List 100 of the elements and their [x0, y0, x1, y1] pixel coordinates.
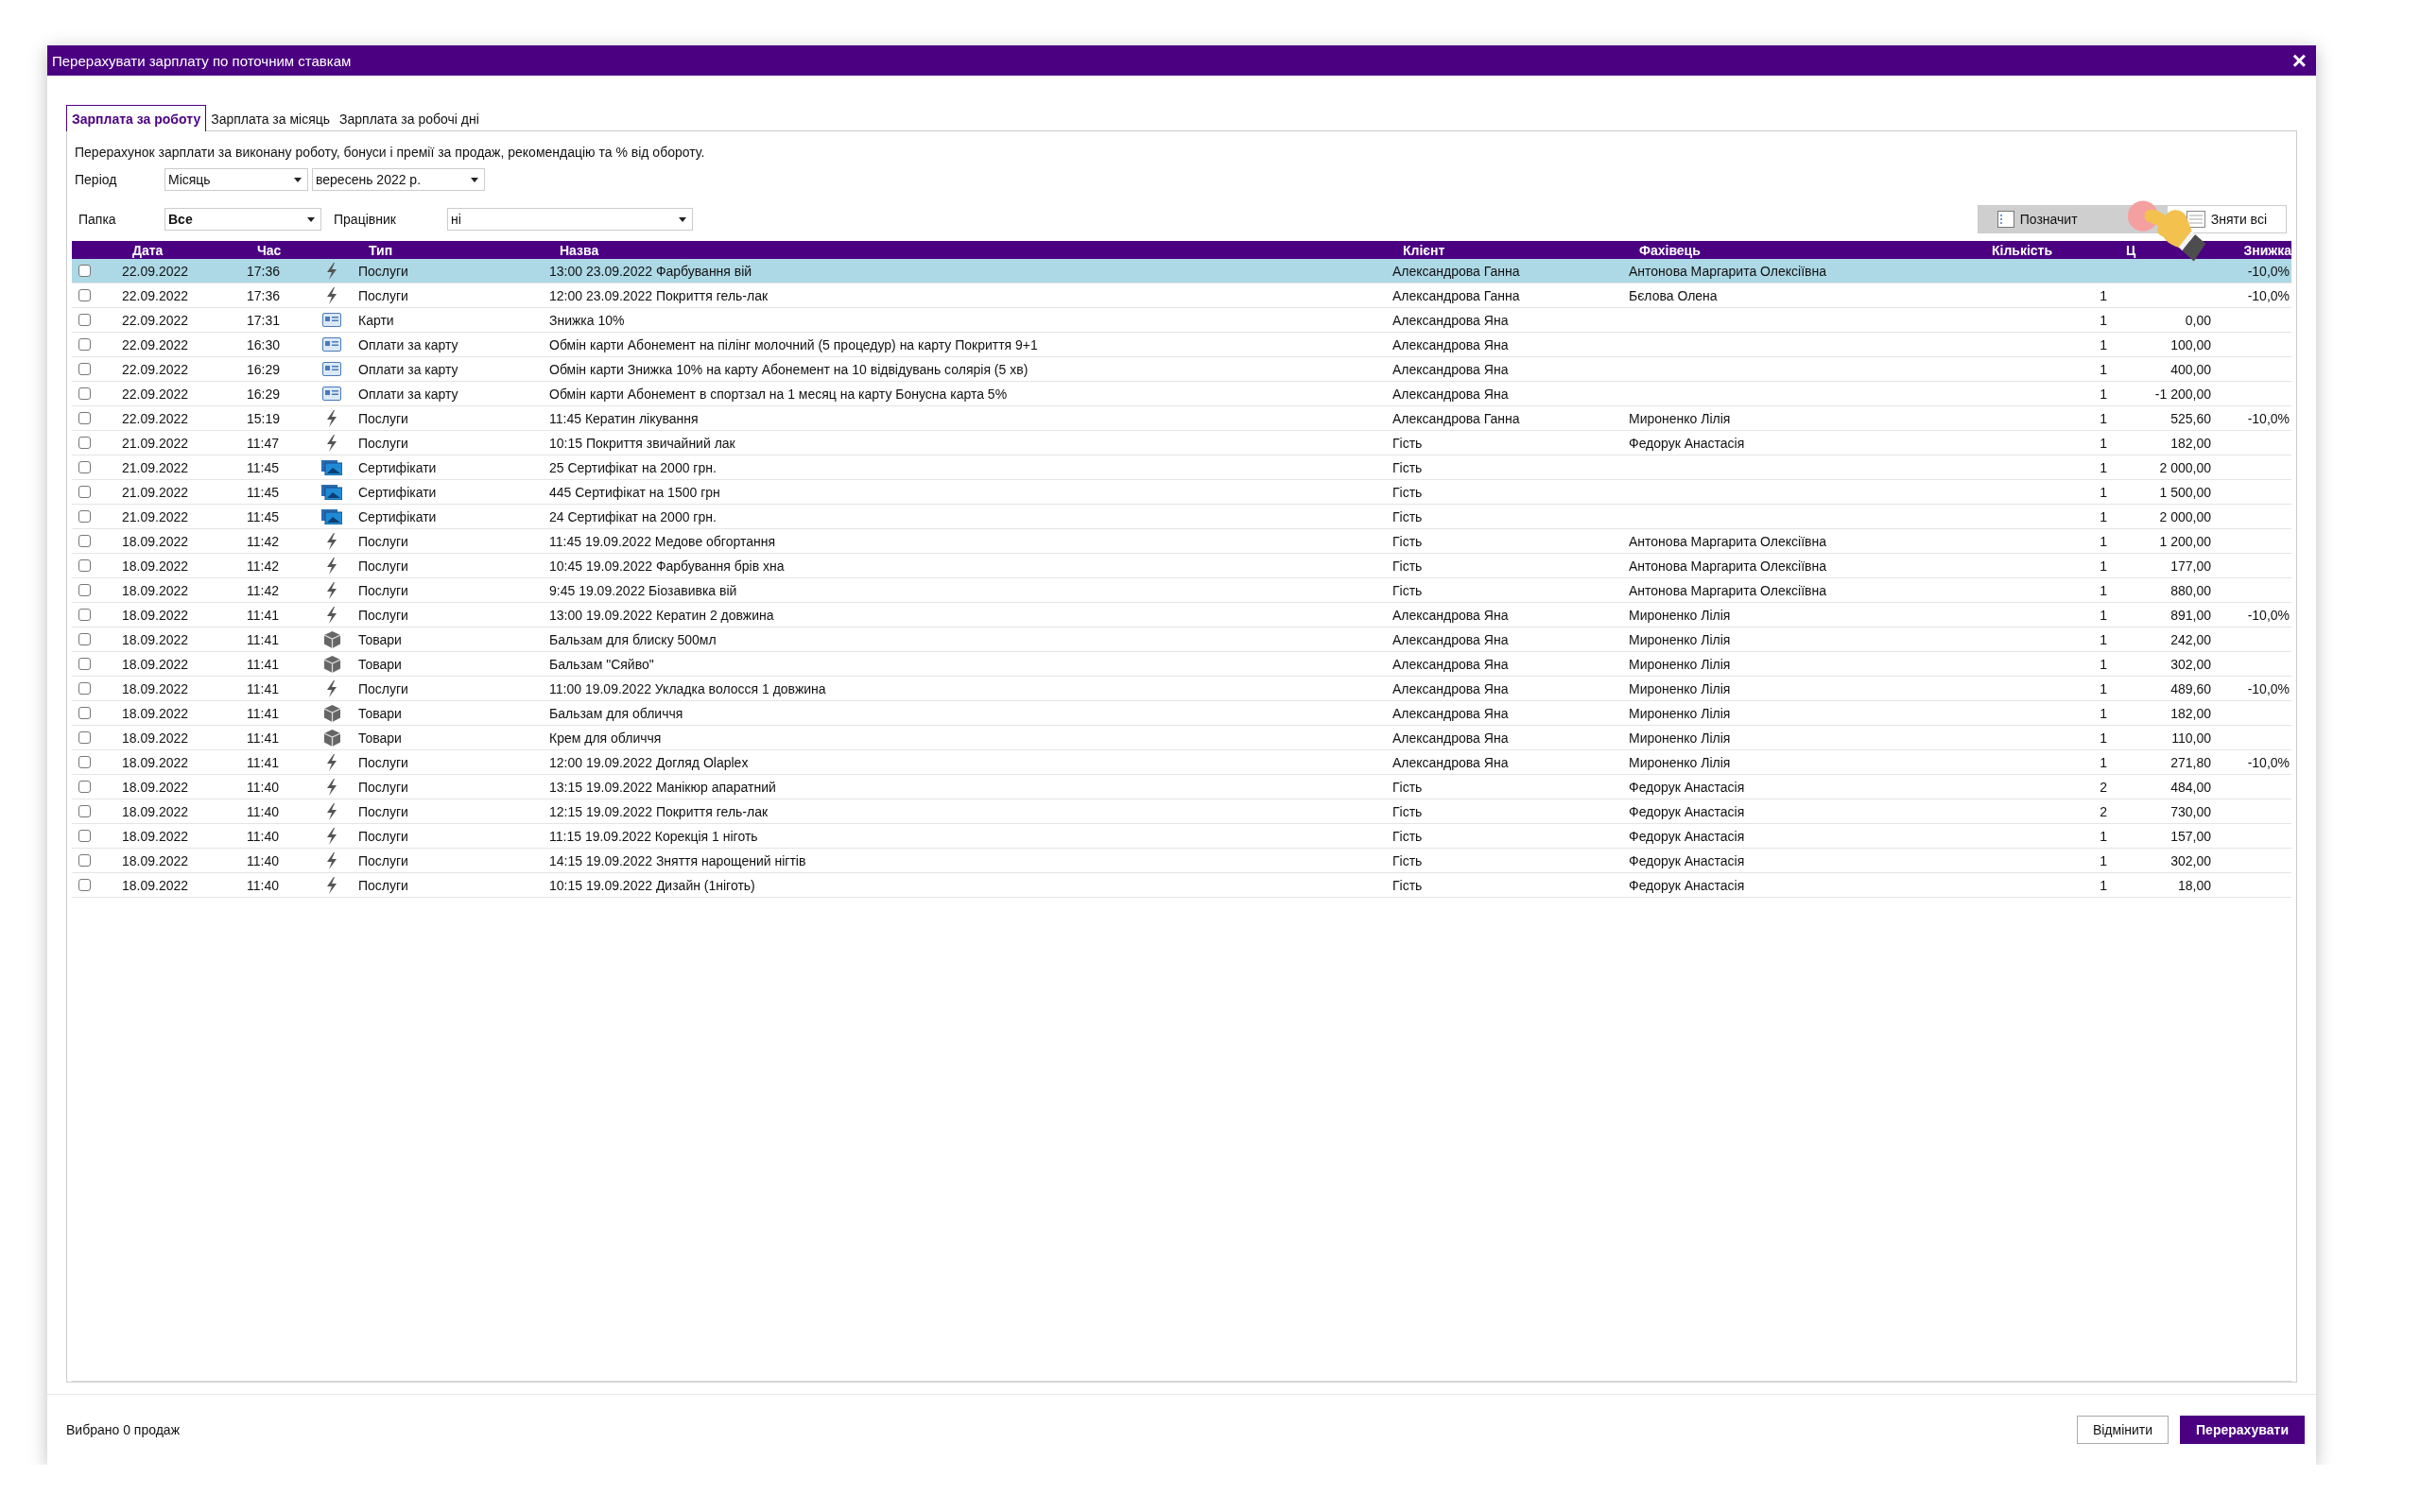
table-row[interactable]: 18.09.2022 11:41 Послуги 11:00 19.09.2022 Укладка волосся 1 довжина Александрова Яна Мироненко Лілія 1 489,60 -10,0%: [72, 677, 2291, 701]
column-header[interactable]: Знижка: [2234, 242, 2291, 258]
row-checkbox[interactable]: [78, 510, 91, 523]
row-checkbox[interactable]: [78, 781, 91, 793]
row-checkbox[interactable]: [78, 854, 91, 867]
row-checkbox[interactable]: [78, 731, 91, 744]
row-checkbox[interactable]: [78, 805, 91, 817]
type-cell-text: Оплати за карту: [357, 386, 459, 402]
quantity-cell-text: 1: [2099, 435, 2108, 451]
row-checkbox[interactable]: [78, 756, 91, 768]
table-row[interactable]: 21.09.2022 11:47 Послуги 10:15 Покриття звичайний лак Гість Федорук Анастасія 1 182,00: [72, 431, 2291, 455]
card-icon: [322, 387, 341, 401]
column-header[interactable]: Тип: [359, 242, 393, 258]
row-checkbox[interactable]: [78, 338, 91, 351]
folder-label: Папка: [78, 212, 117, 227]
date-cell-text: 21.09.2022: [121, 484, 190, 500]
row-checkbox[interactable]: [78, 879, 91, 891]
row-checkbox[interactable]: [78, 535, 91, 547]
row-checkbox[interactable]: [78, 265, 91, 277]
column-header[interactable]: Дата: [123, 242, 164, 258]
table-row[interactable]: 18.09.2022 11:41 Товари Крем для обличчя Александрова Яна Мироненко Лілія 1 110,00: [72, 726, 2291, 750]
row-checkbox[interactable]: [78, 387, 91, 400]
table-row[interactable]: 22.09.2022 17:31 Карти Знижка 10% Александрова Яна 1 0,00: [72, 308, 2291, 333]
price-cell-text: 2 000,00: [2158, 508, 2212, 524]
row-checkbox[interactable]: [78, 461, 91, 473]
specialist-cell-text: Мироненко Лілія: [1628, 754, 1732, 770]
table-row[interactable]: 22.09.2022 16:29 Оплати за карту Обмін карти Знижка 10% на карту Абонемент на 10 відвідувань солярія (5 хв) Александрова Яна 1 400,00: [72, 357, 2291, 382]
table-row[interactable]: 18.09.2022 11:40 Послуги 14:15 19.09.2022 Зняття нарощений нігтів Гість Федорук Анастасія 1 302,00: [72, 849, 2291, 873]
column-header[interactable]: Фахівець: [1630, 242, 1701, 258]
lightning-icon: [325, 802, 338, 820]
client-cell-text: Александрова Яна: [1392, 336, 1510, 352]
table-row[interactable]: 18.09.2022 11:40 Послуги 13:15 19.09.2022 Манікюр апаратний Гість Федорук Анастасія 2 484,00: [72, 775, 2291, 799]
table-row[interactable]: 18.09.2022 11:41 Послуги 13:00 19.09.2022 Кератин 2 довжина Александрова Яна Мироненко Лілія 1 891,00 -10,0%: [72, 603, 2291, 627]
date-cell-text: 22.09.2022: [121, 410, 190, 426]
table-row[interactable]: 22.09.2022 15:19 Послуги 11:45 Кератин лікування Александрова Ганна Мироненко Лілія 1 525,60 -10,0%: [72, 406, 2291, 431]
table-row[interactable]: 18.09.2022 11:41 Товари Бальзам для блиску 500мл Александрова Яна Мироненко Лілія 1 242,00: [72, 627, 2291, 652]
column-header[interactable]: Клієнт: [1393, 242, 1445, 258]
lightning-icon: [325, 876, 338, 894]
table-row[interactable]: 18.09.2022 11:40 Послуги 10:15 19.09.2022 Дизайн (1ніготь) Гість Федорук Анастасія 1 18,00: [72, 873, 2291, 898]
tab[interactable]: Зарплата за роботу: [66, 105, 207, 131]
type-cell-text: Послуги: [357, 779, 409, 795]
table-row[interactable]: 18.09.2022 11:40 Послуги 12:15 19.09.2022 Покриття гель-лак Гість Федорук Анастасія 2 730,00: [72, 799, 2291, 824]
tab[interactable]: Зарплата за робочі дні: [335, 108, 484, 130]
lightning-icon: [325, 581, 338, 599]
table-row[interactable]: 22.09.2022 17:36 Послуги 12:00 23.09.2022 Покриття гель-лак Александрова Ганна Бєлова Олена 1 -10,0%: [72, 284, 2291, 308]
table-row[interactable]: 21.09.2022 11:45 Сертифікати 25 Сертифікат на 2000 грн. Гість 1 2 000,00: [72, 455, 2291, 480]
name-cell-text: 14:15 19.09.2022 Зняття нарощений нігтів: [548, 852, 807, 868]
row-checkbox[interactable]: [78, 412, 91, 424]
window-title: Перерахувати зарплату по поточним ставкам: [52, 52, 352, 69]
folder-dropdown[interactable]: Все: [164, 208, 321, 231]
quantity-cell-text: 1: [2099, 680, 2108, 696]
row-checkbox[interactable]: [78, 559, 91, 572]
price-cell-text: 182,00: [2169, 435, 2212, 451]
row-checkbox[interactable]: [78, 314, 91, 326]
row-checkbox[interactable]: [78, 658, 91, 670]
client-cell-text: Гість: [1392, 828, 1424, 844]
checklist-icon: [1996, 211, 2014, 228]
month-dropdown[interactable]: вересень 2022 р.: [312, 168, 485, 191]
table-row[interactable]: 18.09.2022 11:41 Послуги 12:00 19.09.2022 Догляд Olaplex Александрова Яна Мироненко Лілія 1 271,80 -10,0%: [72, 750, 2291, 775]
name-cell-text: 9:45 19.09.2022 Біозавивка вій: [548, 582, 738, 598]
column-header[interactable]: Кількість: [1982, 242, 2053, 258]
price-cell-text: 880,00: [2169, 582, 2212, 598]
table-row[interactable]: 21.09.2022 11:45 Сертифікати 24 Сертифікат на 2000 грн. Гість 1 2 000,00: [72, 505, 2291, 529]
table-row[interactable]: 18.09.2022 11:40 Послуги 11:15 19.09.2022 Корекція 1 ніготь Гість Федорук Анастасія 1 157,00: [72, 824, 2291, 849]
table-row[interactable]: 22.09.2022 16:29 Оплати за карту Обмін карти Абонемент в спортзал на 1 месяц на карту Бонусна карта 5% Александрова Яна 1 -1 200,00: [72, 382, 2291, 406]
row-checkbox[interactable]: [78, 584, 91, 596]
employee-dropdown[interactable]: ні: [447, 208, 693, 231]
cancel-button[interactable]: Відмінити: [2076, 1416, 2169, 1444]
row-checkbox[interactable]: [78, 830, 91, 842]
row-checkbox[interactable]: [78, 707, 91, 719]
time-cell-text: 16:29: [246, 386, 282, 402]
table-row[interactable]: 18.09.2022 11:41 Товари Бальзам для обличчя Александрова Яна Мироненко Лілія 1 182,00: [72, 701, 2291, 726]
date-cell-text: 18.09.2022: [121, 754, 190, 770]
type-cell-text: Послуги: [357, 607, 409, 623]
type-cell-text: Послуги: [357, 558, 409, 574]
table-row[interactable]: 18.09.2022 11:41 Товари Бальзам "Сяйво" Александрова Яна Мироненко Лілія 1 302,00: [72, 652, 2291, 677]
table-row[interactable]: 18.09.2022 11:42 Послуги 11:45 19.09.2022 Медове обгортання Гість Антонова Маргарита Олексіївна 1 1 200,00: [72, 529, 2291, 554]
column-header[interactable]: Ц: [2117, 242, 2136, 258]
price-cell-text: 302,00: [2169, 656, 2212, 672]
quantity-cell-text: 2: [2099, 779, 2108, 795]
table-row[interactable]: 18.09.2022 11:42 Послуги 10:45 19.09.2022 Фарбування брів хна Гість Антонова Маргарита Олексіївна 1 177,00: [72, 554, 2291, 578]
table-row[interactable]: 21.09.2022 11:45 Сертифікати 445 Сертифікат на 1500 грн Гість 1 1 500,00: [72, 480, 2291, 505]
table-row[interactable]: 18.09.2022 11:42 Послуги 9:45 19.09.2022 Біозавивка вій Гість Антонова Маргарита Олексіївна 1 880,00: [72, 578, 2291, 603]
lightning-icon: [325, 851, 338, 869]
row-checkbox[interactable]: [78, 289, 91, 301]
column-header[interactable]: Назва: [550, 242, 599, 258]
recalculate-button[interactable]: Перерахувати: [2180, 1416, 2305, 1444]
row-checkbox[interactable]: [78, 437, 91, 449]
row-checkbox[interactable]: [78, 682, 91, 695]
column-header[interactable]: Час: [248, 242, 282, 258]
row-checkbox[interactable]: [78, 363, 91, 375]
table-row[interactable]: 22.09.2022 17:36 Послуги 13:00 23.09.2022 Фарбування вій Александрова Ганна Антонова Маргарита Олексіївна -10,0%: [72, 259, 2291, 284]
period-dropdown[interactable]: Місяць: [164, 168, 308, 191]
row-checkbox[interactable]: [78, 633, 91, 645]
table-row[interactable]: 22.09.2022 16:30 Оплати за карту Обмін карти Абонемент на пілінг молочний (5 процедур) на карту Покриття 9+1 Александрова Яна 1 100,00: [72, 333, 2291, 357]
tab[interactable]: Зарплата за місяць: [206, 108, 336, 130]
row-checkbox[interactable]: [78, 486, 91, 498]
row-checkbox[interactable]: [78, 609, 91, 621]
discount-cell-text: -10,0%: [2246, 410, 2290, 426]
close-button[interactable]: ×: [2288, 48, 2310, 73]
